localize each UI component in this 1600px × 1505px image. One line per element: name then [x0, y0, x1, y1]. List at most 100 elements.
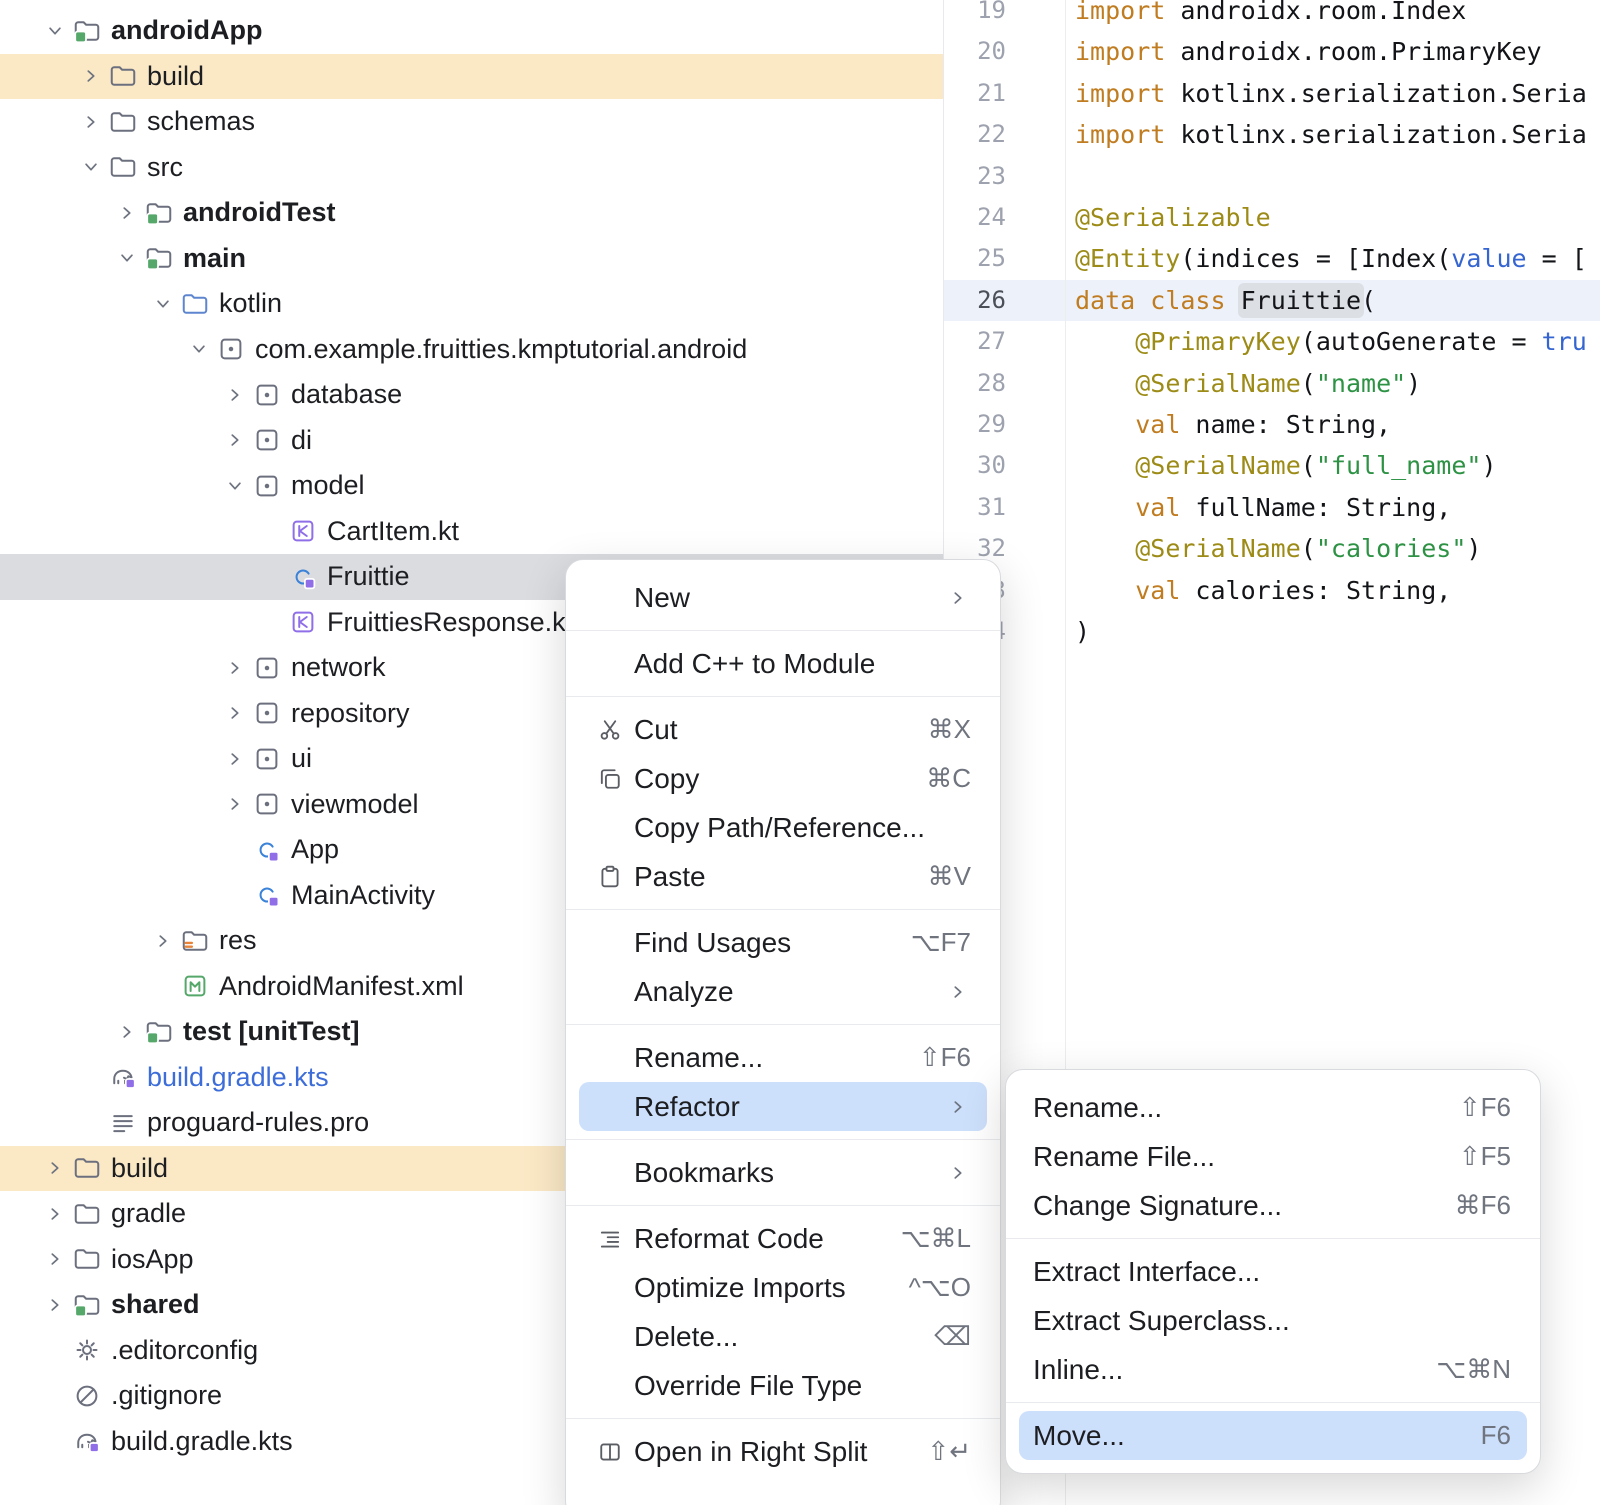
menu-item-rename-file[interactable]: Rename File...⇧F5 — [1019, 1132, 1527, 1181]
menu-item-open-in-right-split[interactable]: Open in Right Split⇧↵ — [579, 1427, 987, 1476]
line-number-31[interactable]: 31 — [944, 487, 1006, 528]
tree-item-label: main — [183, 243, 246, 274]
menu-item-bookmarks[interactable]: Bookmarks — [579, 1148, 987, 1197]
line-number-21[interactable]: 21 — [944, 73, 1006, 114]
tree-item-label: CartItem.kt — [327, 516, 459, 547]
menu-item-change-signature[interactable]: Change Signature...⌘F6 — [1019, 1181, 1527, 1230]
chevron-right-icon[interactable] — [42, 1201, 68, 1227]
chevron-down-icon[interactable] — [42, 18, 68, 44]
paste-icon — [596, 863, 624, 891]
menu-item-analyze[interactable]: Analyze — [579, 967, 987, 1016]
tree-item-label: build — [147, 61, 204, 92]
line-number-28[interactable]: 28 — [944, 363, 1006, 404]
menu-item-new[interactable]: New — [579, 573, 987, 622]
menu-item-copy[interactable]: Copy⌘C — [579, 754, 987, 803]
code-line-25[interactable]: @Entity(indices = [Index(value = [ — [1075, 238, 1587, 279]
code-line-19[interactable]: import androidx.room.Index — [1075, 0, 1466, 31]
code-line-24[interactable]: @Serializable — [1075, 197, 1271, 238]
chevron-right-icon[interactable] — [222, 700, 248, 726]
chevron-down-icon[interactable] — [222, 473, 248, 499]
code-line-27[interactable]: @PrimaryKey(autoGenerate = tru — [1075, 321, 1587, 362]
tree-item-androidtest[interactable]: androidTest — [0, 190, 943, 236]
code-line-26[interactable]: data class Fruittie( — [1075, 280, 1376, 321]
tree-item-src[interactable]: src — [0, 145, 943, 191]
code-line-22[interactable]: import kotlinx.serialization.Seria — [1075, 114, 1587, 155]
code-line-30[interactable]: @SerialName("full_name") — [1075, 445, 1497, 486]
tree-item-cartitem-kt[interactable]: CartItem.kt — [0, 509, 943, 555]
menu-item-reformat-code[interactable]: Reformat Code⌥⌘L — [579, 1214, 987, 1263]
line-number-22[interactable]: 22 — [944, 114, 1006, 155]
chevron-down-icon[interactable] — [150, 291, 176, 317]
menu-item-copy-path-reference[interactable]: Copy Path/Reference... — [579, 803, 987, 852]
code-line-20[interactable]: import androidx.room.PrimaryKey — [1075, 31, 1542, 72]
code-line-29[interactable]: val name: String, — [1075, 404, 1391, 445]
tree-item-schemas[interactable]: schemas — [0, 99, 943, 145]
menu-item-paste[interactable]: Paste⌘V — [579, 852, 987, 901]
menu-item-extract-superclass[interactable]: Extract Superclass... — [1019, 1296, 1527, 1345]
line-number-19[interactable]: 19 — [944, 0, 1006, 31]
menu-item-label: Cut — [634, 714, 678, 746]
line-number-20[interactable]: 20 — [944, 31, 1006, 72]
menu-item-cut[interactable]: Cut⌘X — [579, 705, 987, 754]
menu-item-add-c-to-module[interactable]: Add C++ to Module — [579, 639, 987, 688]
tree-indent — [0, 303, 146, 304]
chevron-down-icon[interactable] — [78, 154, 104, 180]
chevron-right-icon[interactable] — [150, 928, 176, 954]
chevron-right-icon[interactable] — [222, 791, 248, 817]
chevron-right-icon[interactable] — [222, 655, 248, 681]
line-number-30[interactable]: 30 — [944, 445, 1006, 486]
tree-chevron-slot — [182, 334, 216, 364]
chevron-right-icon[interactable] — [222, 382, 248, 408]
line-number-25[interactable]: 25 — [944, 238, 1006, 279]
chevron-right-icon[interactable] — [114, 1019, 140, 1045]
menu-item-inline[interactable]: Inline...⌥⌘N — [1019, 1345, 1527, 1394]
code-line-32[interactable]: @SerialName("calories") — [1075, 528, 1481, 569]
tree-item-androidapp[interactable]: androidApp — [0, 8, 943, 54]
menu-item-move[interactable]: Move...F6 — [1019, 1411, 1527, 1460]
menu-item-refactor[interactable]: Refactor — [579, 1082, 987, 1131]
tree-item-main[interactable]: main — [0, 236, 943, 282]
tree-item-database[interactable]: database — [0, 372, 943, 418]
menu-item-label: Delete... — [634, 1321, 738, 1353]
tree-item-di[interactable]: di — [0, 418, 943, 464]
line-number-26[interactable]: 26 — [944, 280, 1006, 321]
chevron-right-icon[interactable] — [114, 200, 140, 226]
menu-item-rename[interactable]: Rename...⇧F6 — [579, 1033, 987, 1082]
menu-item-extract-interface[interactable]: Extract Interface... — [1019, 1247, 1527, 1296]
menu-item-rename[interactable]: Rename...⇧F6 — [1019, 1083, 1527, 1132]
tree-item-build[interactable]: build — [0, 54, 943, 100]
menu-item-override-file-type[interactable]: Override File Type — [579, 1361, 987, 1410]
line-number-27[interactable]: 27 — [944, 321, 1006, 362]
menu-item-find-usages[interactable]: Find Usages⌥F7 — [579, 918, 987, 967]
chevron-down-icon[interactable] — [114, 245, 140, 271]
folder-icon — [72, 1244, 102, 1274]
menu-item-optimize-imports[interactable]: Optimize Imports^⌥O — [579, 1263, 987, 1312]
tree-chevron-slot — [38, 16, 72, 46]
tree-indent — [0, 258, 110, 259]
tree-item-model[interactable]: model — [0, 463, 943, 509]
chevron-down-icon[interactable] — [186, 336, 212, 362]
line-number-24[interactable]: 24 — [944, 197, 1006, 238]
tree-item-label: FruittiesResponse.kt — [327, 607, 573, 638]
line-number-29[interactable]: 29 — [944, 404, 1006, 445]
chevron-right-icon[interactable] — [42, 1246, 68, 1272]
code-line-34[interactable]: ) — [1075, 611, 1090, 652]
tree-item-kotlin[interactable]: kotlin — [0, 281, 943, 327]
chevron-right-icon[interactable] — [42, 1292, 68, 1318]
code-line-31[interactable]: val fullName: String, — [1075, 487, 1451, 528]
tree-chevron-slot — [218, 880, 252, 910]
menu-item-delete[interactable]: Delete...⌫ — [579, 1312, 987, 1361]
code-line-21[interactable]: import kotlinx.serialization.Seria — [1075, 73, 1587, 114]
code-line-28[interactable]: @SerialName("name") — [1075, 363, 1421, 404]
chevron-right-icon[interactable] — [222, 427, 248, 453]
tree-item-com-example-fruitties-kmptutorial-android[interactable]: com.example.fruitties.kmptutorial.androi… — [0, 327, 943, 373]
line-number-23[interactable]: 23 — [944, 156, 1006, 197]
menu-item-shortcut: ⇧F6 — [919, 1042, 971, 1073]
chevron-right-icon[interactable] — [78, 109, 104, 135]
tree-chevron-slot — [218, 471, 252, 501]
kotlin-class-icon — [252, 880, 282, 910]
chevron-right-icon[interactable] — [222, 746, 248, 772]
code-line-33[interactable]: val calories: String, — [1075, 570, 1451, 611]
chevron-right-icon[interactable] — [42, 1155, 68, 1181]
chevron-right-icon[interactable] — [78, 63, 104, 89]
